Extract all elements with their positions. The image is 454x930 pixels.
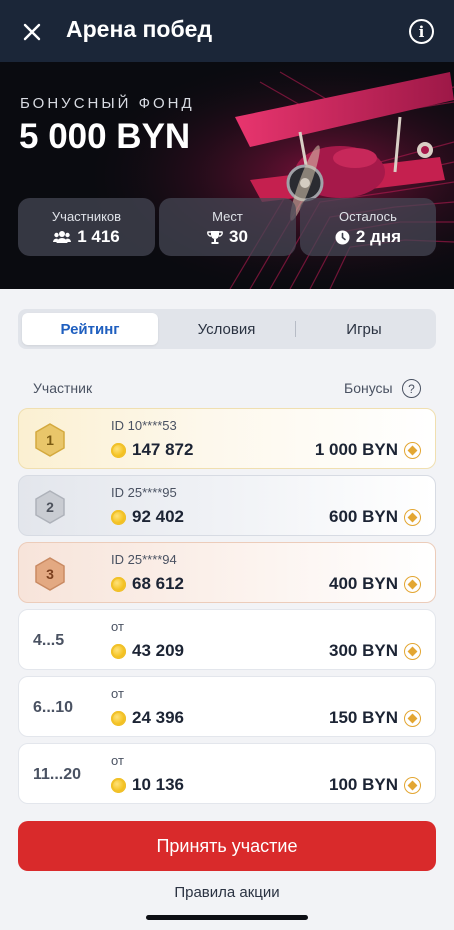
- stat-places: Мест 30: [159, 198, 296, 256]
- threshold-label: от: [111, 619, 124, 634]
- tab-rating[interactable]: Рейтинг: [22, 313, 158, 345]
- rank-number: 1: [46, 432, 54, 448]
- info-icon: i: [418, 22, 425, 41]
- join-button[interactable]: Принять участие: [18, 821, 436, 871]
- participant-id: ID 10****53: [111, 418, 177, 433]
- leaderboard-row: 6...10 от 24 396 150 BYN: [18, 676, 436, 737]
- stat-value: 1 416: [77, 227, 120, 246]
- leaderboard-row: 11...20 от 10 136 100 BYN: [18, 743, 436, 804]
- clock-icon: [335, 230, 350, 244]
- rules-link[interactable]: Правила акции: [0, 884, 454, 901]
- prize-value: 100 BYN: [329, 775, 398, 794]
- trophy-icon: [207, 230, 223, 244]
- prize-value: 1 000 BYN: [314, 440, 398, 459]
- leaderboard-section: Рейтинг Условия Игры Участник Бонусы ? 1…: [0, 289, 454, 930]
- score-value: 68 612: [132, 574, 184, 593]
- prize-icon: [404, 642, 421, 660]
- info-button[interactable]: i: [409, 19, 434, 44]
- leaderboard-row: 2 ID 25****95 92 402 600 BYN: [18, 475, 436, 536]
- leaderboard-row: 3 ID 25****94 68 612 400 BYN: [18, 542, 436, 603]
- leaderboard-row: 4...5 от 43 209 300 BYN: [18, 609, 436, 670]
- prize-icon: [404, 776, 421, 794]
- stat-value: 2 дня: [355, 227, 402, 246]
- stat-value: 30: [229, 227, 248, 246]
- coin-icon: [111, 442, 126, 458]
- bonus-fund-banner: БОНУСНЫЙ ФОНД 5 000 BYN Участников 1 416…: [0, 62, 454, 289]
- coin-icon: [111, 643, 126, 659]
- home-indicator[interactable]: [146, 915, 308, 920]
- rank-range: 6...10: [33, 699, 74, 716]
- leaderboard-row: 1 ID 10****53 147 872 1 000 BYN: [18, 408, 436, 469]
- prize-icon: [404, 508, 421, 526]
- rank-range: 11...20: [33, 766, 82, 783]
- threshold-label: от: [111, 753, 124, 768]
- score-value: 10 136: [132, 775, 184, 794]
- coin-icon: [111, 509, 126, 525]
- help-icon[interactable]: ?: [402, 379, 421, 398]
- rank-number: 3: [46, 566, 54, 582]
- threshold-label: от: [111, 686, 124, 701]
- participant-column-header: Участник: [33, 380, 93, 396]
- participant-id: ID 25****94: [111, 552, 177, 567]
- stat-label: Мест: [212, 209, 243, 224]
- stat-remaining: Осталось 2 дня: [300, 198, 436, 256]
- tab-bar: Рейтинг Условия Игры: [18, 309, 436, 349]
- stat-label: Осталось: [339, 209, 397, 224]
- users-icon: [53, 231, 72, 243]
- page-title: Арена побед: [66, 16, 213, 42]
- close-icon: [23, 23, 41, 41]
- bonus-fund-amount: 5 000 BYN: [19, 117, 191, 156]
- score-value: 92 402: [132, 507, 184, 526]
- prize-icon: [404, 441, 421, 459]
- bonus-fund-label: БОНУСНЫЙ ФОНД: [20, 95, 195, 112]
- bonus-column-header: Бонусы: [344, 380, 393, 396]
- score-value: 43 209: [132, 641, 184, 660]
- prize-icon: [404, 575, 421, 593]
- prize-value: 600 BYN: [329, 507, 398, 526]
- prize-icon: [404, 709, 421, 727]
- rank-number: 2: [46, 499, 54, 515]
- stat-participants: Участников 1 416: [18, 198, 155, 256]
- tab-conditions[interactable]: Условия: [158, 313, 295, 345]
- close-button[interactable]: [18, 18, 46, 46]
- coin-icon: [111, 710, 126, 726]
- coin-icon: [111, 777, 126, 793]
- prize-value: 300 BYN: [329, 641, 398, 660]
- score-value: 24 396: [132, 708, 184, 727]
- tab-games[interactable]: Игры: [296, 313, 432, 345]
- participant-id: ID 25****95: [111, 485, 177, 500]
- score-value: 147 872: [132, 440, 194, 459]
- rank-range: 4...5: [33, 632, 65, 649]
- help-glyph: ?: [408, 381, 415, 396]
- coin-icon: [111, 576, 126, 592]
- app-header: Арена побед i: [0, 0, 454, 62]
- prize-value: 400 BYN: [329, 574, 398, 593]
- prize-value: 150 BYN: [329, 708, 398, 727]
- stat-label: Участников: [51, 209, 122, 224]
